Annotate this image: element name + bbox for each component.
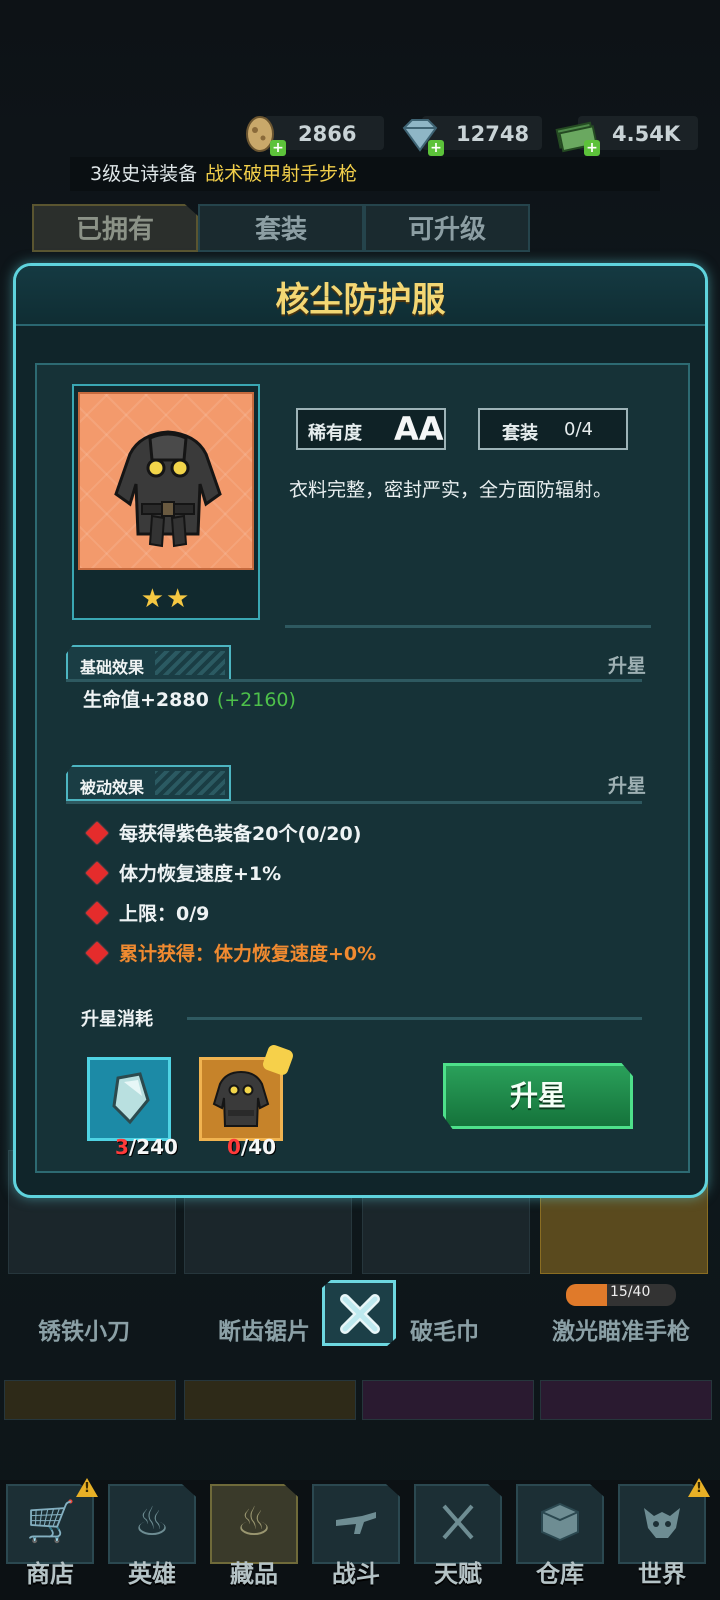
cart-icon: 🛒 <box>26 1499 76 1545</box>
diamond-icon: + <box>398 112 444 156</box>
hp-bonus: (+2160) <box>216 689 296 711</box>
divider <box>187 1017 642 1020</box>
item-portrait <box>78 392 254 570</box>
bottom-nav: 🛒 商店 ♨ 英雄 ♨ 藏品 战斗 天赋 <box>0 1478 720 1600</box>
cash-count: 4.54K <box>612 122 681 146</box>
rarity-label: 稀有度 <box>308 423 362 444</box>
crystal-count: 3/240 <box>115 1135 178 1159</box>
fire-icon: ♨ <box>236 1499 272 1545</box>
bg-item-label: 锈铁小刀 <box>38 1319 130 1345</box>
skull-icon <box>638 1498 686 1546</box>
passive-effect: 体力恢复速度+1% <box>85 859 281 886</box>
collection-tabs: 已拥有 套装 可升级 <box>32 204 530 254</box>
bg-item-card <box>362 1380 534 1420</box>
tab-sets[interactable]: 套装 <box>198 204 364 252</box>
set-box[interactable]: 套装 0/4 <box>478 408 628 450</box>
divider <box>66 679 642 682</box>
warning-icon <box>688 1478 710 1497</box>
page: + 2866 + 12748 + 4.54K 3级史诗装备 战术破甲射手步枪 已拥… <box>0 0 720 1600</box>
armor-suit-icon <box>212 1070 270 1127</box>
diamond-currency[interactable]: + 12748 <box>398 112 542 156</box>
close-button[interactable] <box>322 1280 396 1346</box>
egg-count: 2866 <box>298 122 357 146</box>
currency-bar: + 2866 + 12748 + 4.54K <box>0 112 720 162</box>
red-diamond-icon <box>85 901 109 924</box>
red-diamond-icon <box>85 941 109 964</box>
upgrade-star-button[interactable]: 升星 <box>443 1063 633 1129</box>
nav-hero[interactable]: ♨ 英雄 <box>106 1484 198 1598</box>
rarity-box: 稀有度 AA <box>296 408 446 450</box>
bg-item-label: 破毛巾 <box>410 1319 479 1345</box>
red-diamond-icon <box>85 861 109 884</box>
hp-stat: 生命值+2880 (+2160) <box>83 685 296 712</box>
armor-suit-icon <box>114 430 222 548</box>
divider <box>285 625 651 628</box>
crystal-shard-icon <box>112 1072 150 1125</box>
ticker-prefix: 3级史诗装备 <box>90 163 198 185</box>
passive-condition: 每获得紫色装备20个(0/20) <box>85 819 361 846</box>
flame-hero-icon: ♨ <box>134 1499 170 1545</box>
red-diamond-icon <box>85 821 109 844</box>
basic-effect-tag: 基础效果 <box>66 645 231 681</box>
bg-item-card <box>184 1380 356 1420</box>
basic-upgrade-link[interactable]: 升星 <box>608 651 646 678</box>
warning-icon <box>76 1478 98 1497</box>
cash-icon: + <box>554 112 600 156</box>
passive-limit: 上限：0/9 <box>85 899 209 926</box>
nav-shop[interactable]: 🛒 商店 <box>4 1478 98 1598</box>
item-title: 核尘防护服 <box>275 280 446 320</box>
passive-total: 累计获得：体力恢复速度+0% <box>85 939 376 966</box>
ticker-item: 战术破甲射手步枪 <box>205 163 358 185</box>
nav-storage[interactable]: 仓库 <box>514 1484 606 1598</box>
bg-item-card <box>4 1380 176 1420</box>
upgrade-cost-title: 升星消耗 <box>81 1009 153 1030</box>
bg-item-card <box>540 1380 712 1420</box>
item-description: 衣料完整，密封严实，全方面防辐射。 <box>289 479 613 501</box>
rifle-icon <box>332 1498 380 1546</box>
nav-collection[interactable]: ♨ 藏品 <box>208 1484 300 1598</box>
divider <box>66 801 642 804</box>
tab-upgradable[interactable]: 可升级 <box>364 204 530 252</box>
hp-value: 生命值+2880 <box>83 689 209 711</box>
nav-world[interactable]: 世界 <box>616 1478 710 1598</box>
dna-icon <box>434 1498 482 1546</box>
crystal-material-slot[interactable] <box>87 1057 171 1141</box>
nav-battle[interactable]: 战斗 <box>310 1484 402 1598</box>
bg-item-progress: 15/40 <box>566 1284 676 1306</box>
crate-icon <box>536 1498 584 1546</box>
rarity-value: AA <box>394 410 444 448</box>
set-label: 套装 <box>502 423 538 444</box>
bg-item-label: 断齿锯片 <box>218 1319 310 1345</box>
bg-item-label: 激光瞄准手枪 <box>552 1319 690 1345</box>
star-rating: ★★ <box>140 584 192 614</box>
item-portrait-frame: ★★ <box>72 384 260 620</box>
item-detail-modal: 核尘防护服 ★★ 稀有度 AA 套装 0/4 衣料完整，密封严实，全方面防辐射。… <box>13 263 708 1198</box>
passive-effect-tag: 被动效果 <box>66 765 231 801</box>
egg-icon: + <box>240 112 286 156</box>
nav-talent[interactable]: 天赋 <box>412 1484 504 1598</box>
shard-count: 0/40 <box>227 1135 277 1159</box>
modal-content: ★★ 稀有度 AA 套装 0/4 衣料完整，密封严实，全方面防辐射。 基础效果 … <box>35 363 690 1173</box>
close-icon <box>340 1294 380 1334</box>
tab-owned[interactable]: 已拥有 <box>32 204 198 252</box>
set-value: 0/4 <box>564 419 593 440</box>
egg-currency[interactable]: + 2866 <box>240 112 384 156</box>
passive-upgrade-link[interactable]: 升星 <box>608 771 646 798</box>
diamond-count: 12748 <box>456 122 530 146</box>
announcement-ticker: 3级史诗装备 战术破甲射手步枪 <box>70 157 660 191</box>
cash-currency[interactable]: + 4.54K <box>554 112 698 156</box>
